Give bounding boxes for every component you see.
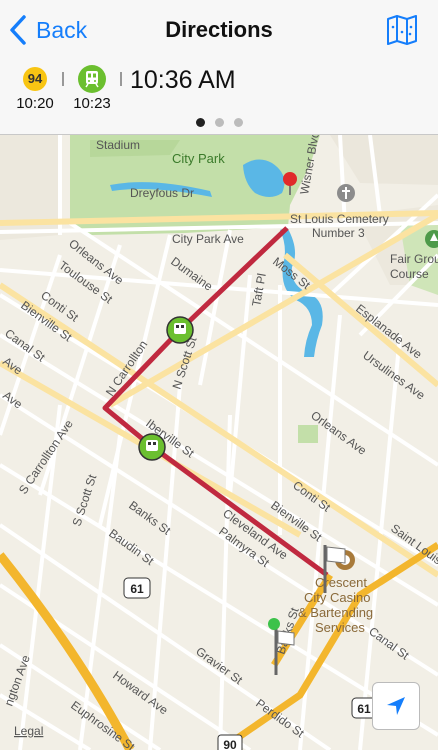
legal-link[interactable]: Legal: [14, 724, 43, 738]
page-indicator: [0, 118, 438, 127]
label-fair-2: Course: [390, 267, 429, 281]
svg-text:90: 90: [223, 738, 237, 750]
chevron-left-icon: [10, 15, 26, 45]
label-casino-4: Services: [315, 620, 365, 635]
navigation-bar: Back Directions: [0, 0, 438, 63]
tram-icon: [78, 65, 106, 93]
arrival-time: 10:36 AM: [130, 66, 236, 94]
tram-step: 10:23: [69, 65, 115, 112]
label-city-park: City Park: [172, 151, 225, 166]
back-button[interactable]: Back: [8, 14, 87, 46]
location-button[interactable]: [372, 682, 420, 730]
highway-90-shield: 90: [217, 734, 243, 750]
label-cemetery-1: St Louis Cemetery: [290, 212, 389, 226]
location-arrow-icon: [387, 697, 405, 715]
svg-text:61: 61: [130, 582, 144, 596]
bus-route-badge: 94: [23, 67, 47, 91]
page-dot[interactable]: [195, 118, 205, 127]
cemetery-icon: [337, 184, 355, 202]
map-view[interactable]: Stadium City Park Dreyfous Dr City Park …: [0, 135, 438, 750]
highway-61-shield: 61: [123, 577, 151, 599]
label-casino-2: City Casino: [304, 590, 370, 605]
bus-departure-time: 10:20: [16, 95, 54, 112]
label-fair-1: Fair Grou: [390, 252, 438, 266]
label-stadium: Stadium: [96, 138, 140, 152]
label-casino-3: & Bartending: [298, 605, 373, 620]
tram-departure-time: 10:23: [73, 95, 111, 112]
label-casino-1: Crescent: [315, 575, 367, 590]
route-summary[interactable]: 94 10:20 10:23 10:36 AM: [0, 62, 438, 135]
tram-stop-marker[interactable]: [138, 433, 166, 461]
page-dot[interactable]: [214, 118, 224, 127]
step-separator: [62, 72, 64, 86]
small-park-area: [298, 425, 318, 443]
label-cemetery-2: Number 3: [312, 226, 365, 240]
label-city-park-ave: City Park Ave: [172, 232, 244, 246]
back-label: Back: [36, 16, 88, 43]
map-icon[interactable]: [386, 15, 418, 45]
svg-text:61: 61: [357, 702, 371, 716]
tram-stop-marker[interactable]: [166, 316, 194, 344]
label-dreyfous-dr: Dreyfous Dr: [130, 186, 194, 200]
page-dot[interactable]: [233, 118, 243, 127]
bus-step: 94 10:20: [12, 67, 58, 112]
step-separator: [120, 72, 122, 86]
